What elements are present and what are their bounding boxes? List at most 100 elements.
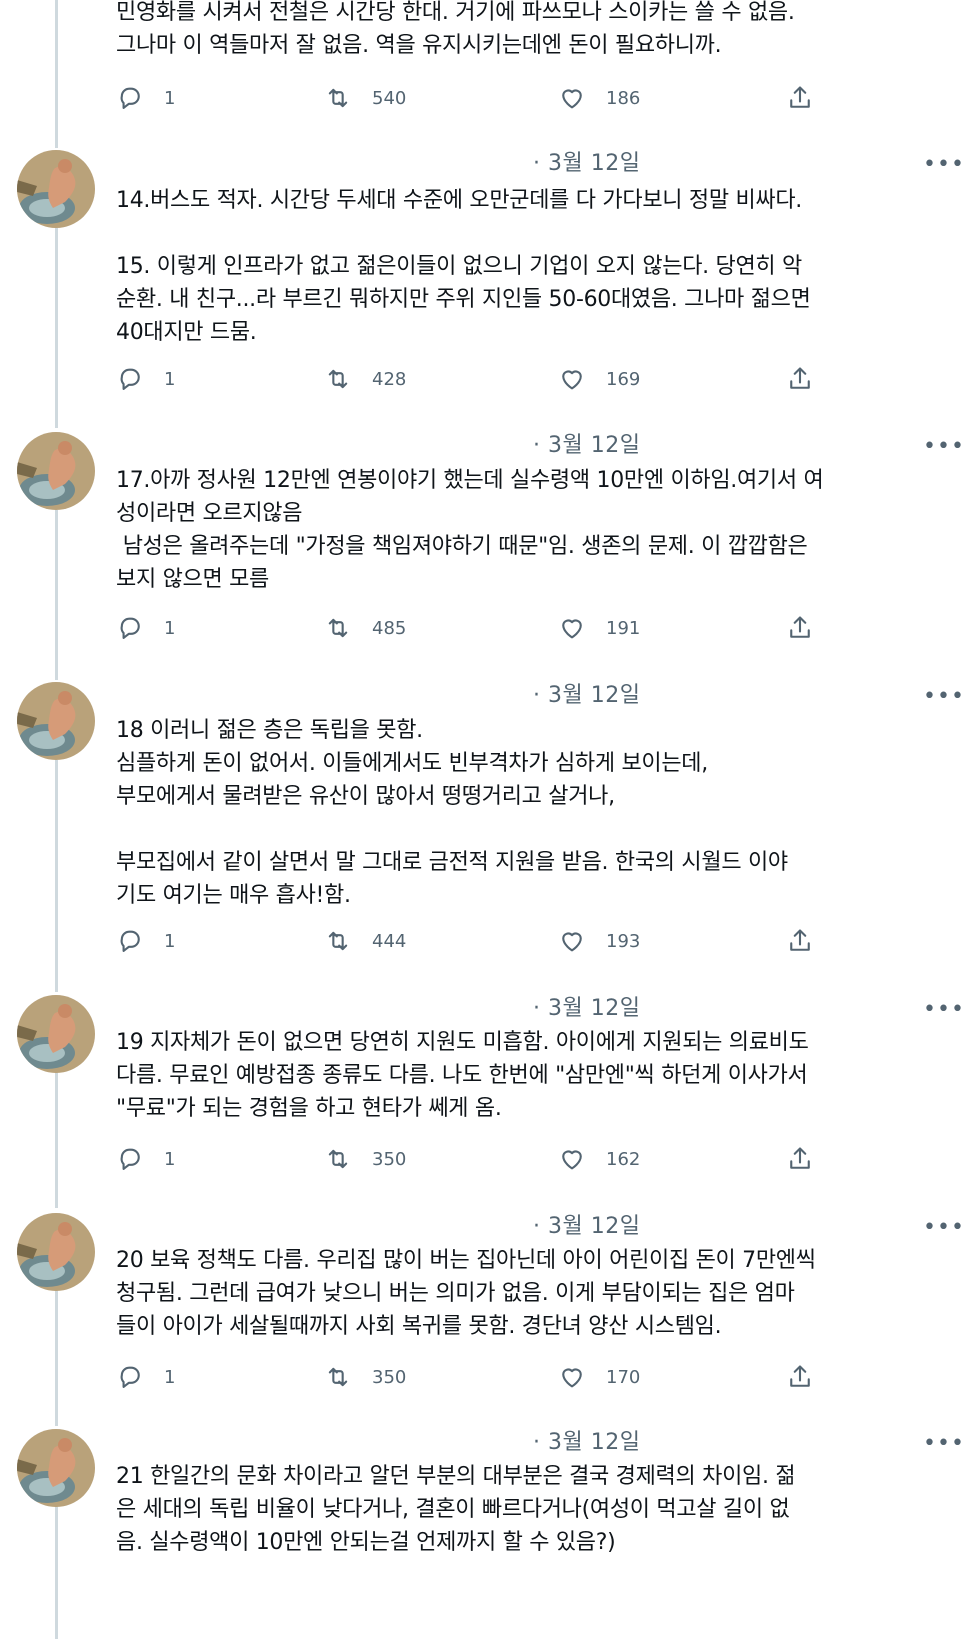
tweet-text: 19 지자체가 돈이 없으면 당연히 지원도 미흡함. 아이에게 지원되는 의료… [116,1030,809,1121]
like-button[interactable]: 191 [558,612,640,644]
thread-line [55,1506,58,1639]
retweet-icon [328,931,348,951]
like-icon [562,370,582,390]
avatar[interactable] [17,682,95,760]
avatar[interactable] [17,150,95,228]
tweet-actions: 1 350 162 [0,1143,979,1175]
like-icon [562,1150,582,1170]
tweet-text: 20 보육 정책도 다름. 우리집 많이 버는 집아닌데 아이 어린이집 돈이 … [116,1248,816,1339]
tweet-date[interactable]: · 3월 12일 [533,432,640,460]
retweet-count: 485 [372,617,407,639]
tweet-text: 14.버스도 적자. 시간당 두세대 수준에 오만군데를 다 가다보니 정말 비… [116,188,811,345]
share-icon [790,86,810,108]
avatar[interactable] [17,432,95,510]
reply-icon [120,930,140,952]
retweet-count: 428 [372,368,407,390]
avatar[interactable] [17,995,95,1073]
reply-count: 1 [164,1366,176,1388]
like-button[interactable]: 193 [558,925,640,957]
reply-count: 1 [164,617,176,639]
tweet-actions: 1 444 193 [0,925,979,957]
tweet-date[interactable]: · 3월 12일 [533,150,640,178]
reply-count: 1 [164,1148,176,1170]
tweet-actions: 1 540 186 [0,82,979,114]
reply-icon [120,87,140,109]
tweet-date[interactable]: · 3월 12일 [533,1429,640,1457]
avatar[interactable] [17,1429,95,1507]
like-icon [562,89,582,109]
tweet-text: 민영화를 시켜서 전철은 시간당 한대. 거기에 파쓰모나 스이카는 쓸 수 없… [116,0,795,58]
more-icon[interactable]: ••• [923,1433,965,1455]
like-button[interactable]: 186 [558,82,640,114]
thread-line [55,1072,58,1208]
share-button[interactable] [786,82,834,114]
thread-line [55,228,58,428]
tweet-text: 21 한일간의 문화 차이라고 알던 부분의 대부분은 결국 경제력의 차이임.… [116,1464,796,1555]
tweet-actions: 1 350 170 [0,1361,979,1393]
tweet-text: 17.아까 정사원 12만엔 연봉이야기 했는데 실수령액 10만엔 이하임.여… [116,468,824,592]
like-icon [562,619,582,639]
retweet-count: 540 [372,87,407,109]
tweet-actions: 1 485 191 [0,612,979,644]
reply-icon [120,368,140,390]
tweet-text: 18 이러니 젊은 층은 독립을 못함. 심플하게 돈이 없어서. 이들에게서도… [116,718,788,908]
like-count: 193 [606,930,641,952]
retweet-button[interactable]: 485 [324,612,406,644]
reply-count: 1 [164,368,176,390]
like-button[interactable]: 170 [558,1361,640,1393]
reply-button[interactable]: 1 [116,82,175,114]
reply-button[interactable]: 1 [116,363,175,395]
share-button[interactable] [786,363,834,395]
retweet-icon [328,88,348,108]
retweet-count: 444 [372,930,407,952]
reply-icon [120,1148,140,1170]
more-icon[interactable]: ••• [923,686,965,708]
share-icon [790,1365,810,1387]
share-icon [790,367,810,389]
retweet-count: 350 [372,1366,407,1388]
like-count: 170 [606,1366,641,1388]
reply-button[interactable]: 1 [116,1361,175,1393]
retweet-button[interactable]: 428 [324,363,406,395]
share-icon [790,929,810,951]
retweet-icon [328,1367,348,1387]
retweet-button[interactable]: 540 [324,82,406,114]
reply-icon [120,617,140,639]
tweet-date[interactable]: · 3월 12일 [533,995,640,1023]
avatar[interactable] [17,1213,95,1291]
retweet-icon [328,618,348,638]
share-button[interactable] [786,612,834,644]
like-icon [562,1368,582,1388]
share-button[interactable] [786,1143,834,1175]
more-icon[interactable]: ••• [923,1217,965,1239]
like-button[interactable]: 162 [558,1143,640,1175]
like-count: 191 [606,617,641,639]
retweet-button[interactable]: 350 [324,1361,406,1393]
retweet-button[interactable]: 350 [324,1143,406,1175]
like-button[interactable]: 169 [558,363,640,395]
reply-button[interactable]: 1 [116,925,175,957]
tweet-actions: 1 428 169 [0,363,979,395]
reply-count: 1 [164,87,176,109]
share-icon [790,616,810,638]
like-count: 169 [606,368,641,390]
more-icon[interactable]: ••• [923,154,965,176]
thread-line [55,1290,58,1426]
reply-button[interactable]: 1 [116,612,175,644]
like-count: 162 [606,1148,641,1170]
thread-line [55,760,58,992]
tweet-date[interactable]: · 3월 12일 [533,1213,640,1241]
more-icon[interactable]: ••• [923,999,965,1021]
retweet-icon [328,369,348,389]
thread-line [55,510,58,680]
reply-icon [120,1366,140,1388]
reply-button[interactable]: 1 [116,1143,175,1175]
share-button[interactable] [786,1361,834,1393]
retweet-count: 350 [372,1148,407,1170]
reply-count: 1 [164,930,176,952]
thread-line [55,0,58,148]
tweet-date[interactable]: · 3월 12일 [533,682,640,710]
share-button[interactable] [786,925,834,957]
retweet-button[interactable]: 444 [324,925,406,957]
more-icon[interactable]: ••• [923,436,965,458]
